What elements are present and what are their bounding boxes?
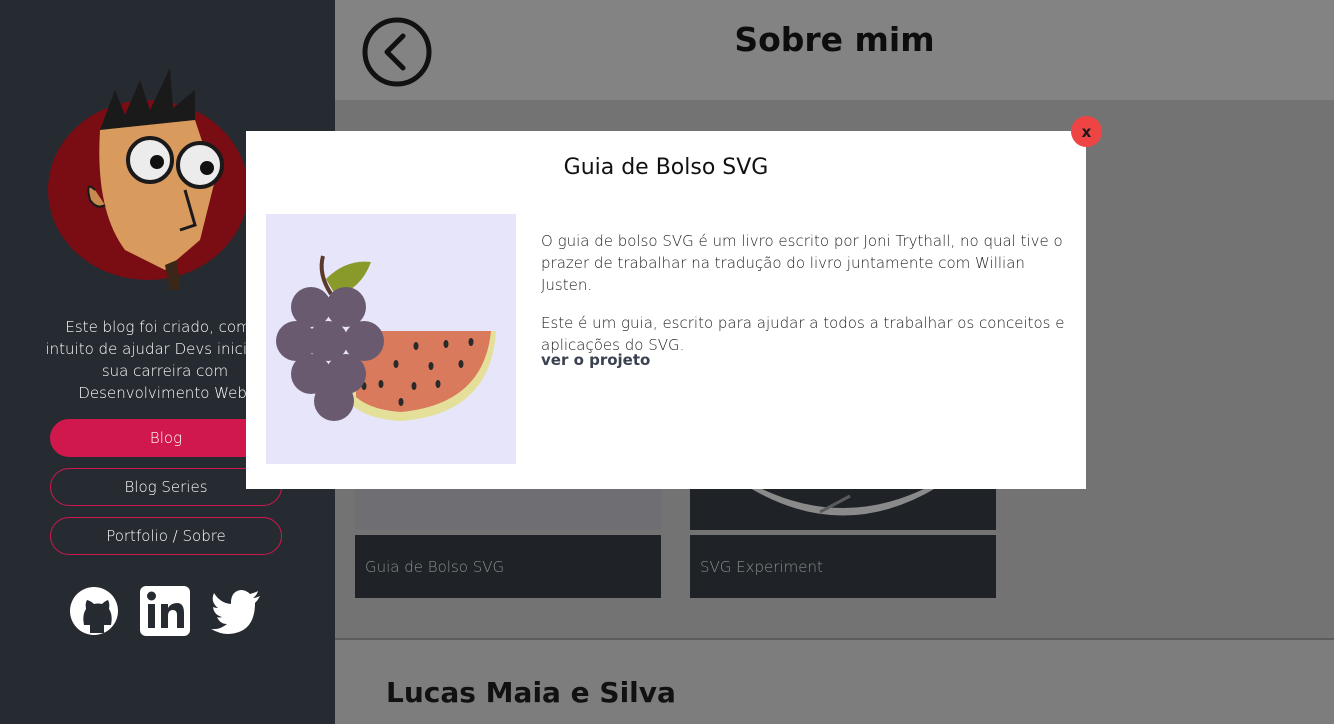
- card-label[interactable]: Guia de Bolso SVG: [355, 535, 661, 598]
- twitter-icon[interactable]: [210, 585, 262, 637]
- modal-title: Guia de Bolso SVG: [563, 155, 769, 180]
- page-title: Sobre mim: [734, 20, 935, 59]
- project-modal: Guia de Bolso SVG O guia de bolso SVG é …: [246, 131, 1086, 489]
- github-icon[interactable]: [68, 585, 120, 637]
- card-image[interactable]: [690, 488, 996, 530]
- linkedin-icon[interactable]: [139, 585, 191, 637]
- sidebar-nav-portfolio[interactable]: Portfolio / Sobre: [50, 517, 282, 555]
- modal-paragraph: Este é um guia, escrito para ajudar a to…: [541, 314, 1065, 354]
- close-button[interactable]: x: [1071, 116, 1102, 147]
- view-project-link[interactable]: ver o projeto: [541, 351, 650, 369]
- author-name: Lucas Maia e Silva: [386, 676, 676, 709]
- grapes-watermelon-illustration: [276, 255, 496, 421]
- avatar: [48, 68, 245, 290]
- card-image[interactable]: [355, 488, 661, 530]
- card-label[interactable]: SVG Experiment: [690, 535, 996, 598]
- project-image: [266, 214, 516, 464]
- modal-paragraph: O guia de bolso SVG é um livro escrito p…: [541, 232, 1063, 294]
- card-image-art: [750, 488, 936, 516]
